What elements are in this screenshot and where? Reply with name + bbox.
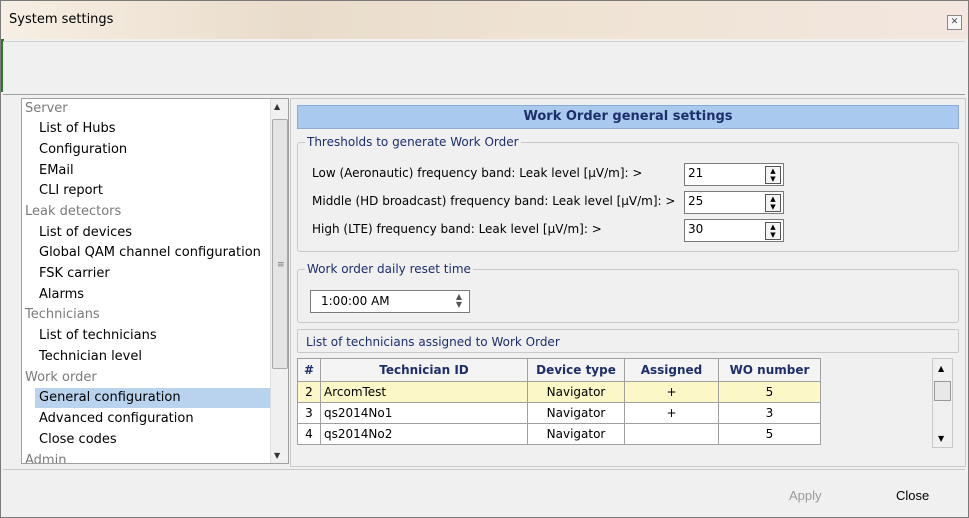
- threshold-low-value[interactable]: 21: [688, 166, 703, 180]
- tree-item-configuration[interactable]: Configuration: [39, 140, 127, 160]
- spinner-arrows-icon[interactable]: ▲ ▼: [765, 194, 781, 212]
- table-header-row: # Technician ID Device type Assigned WO …: [297, 358, 821, 382]
- cell-assigned[interactable]: +: [624, 381, 719, 403]
- reset-time-value[interactable]: 1:00:00 AM: [321, 294, 390, 308]
- tree-category-admin[interactable]: Admin: [25, 451, 66, 463]
- reset-time-group: Work order daily reset time 1:00:00 AM ▲…: [297, 262, 959, 323]
- cell-technician-id[interactable]: ArcomTest: [320, 381, 528, 403]
- cell-number[interactable]: 2: [297, 381, 321, 403]
- cell-wo-number[interactable]: 5: [718, 381, 821, 403]
- threshold-middle-value[interactable]: 25: [688, 194, 703, 208]
- threshold-middle-spinner[interactable]: 25 ▲ ▼: [684, 191, 784, 214]
- technicians-list-title: List of technicians assigned to Work Ord…: [297, 329, 959, 353]
- tree-category-server[interactable]: Server: [25, 99, 68, 119]
- cell-device-type[interactable]: Navigator: [527, 402, 625, 424]
- tree-item-email[interactable]: EMail: [39, 161, 74, 181]
- table-row[interactable]: 3 qs2014No1 Navigator + 3: [297, 402, 821, 424]
- work-order-settings-panel: Work Order general settings Thresholds t…: [290, 98, 966, 467]
- arrow-down-icon[interactable]: ▼: [938, 434, 944, 443]
- tree-item-close-codes[interactable]: Close codes: [39, 430, 117, 450]
- panel-header: Work Order general settings: [297, 105, 959, 129]
- settings-window: System settings ✕ Server List of Hubs Co…: [0, 0, 969, 518]
- window-title: System settings: [9, 12, 114, 27]
- cell-wo-number[interactable]: 3: [718, 402, 821, 424]
- threshold-high-value[interactable]: 30: [688, 222, 703, 236]
- tree-item-fsk-carrier[interactable]: FSK carrier: [39, 264, 110, 284]
- dialog-footer: Apply Close: [3, 469, 965, 516]
- threshold-label-low: Low (Aeronautic) frequency band: Leak le…: [312, 166, 643, 180]
- col-header-device-type[interactable]: Device type: [527, 358, 625, 382]
- threshold-label-middle: Middle (HD broadcast) frequency band: Le…: [312, 194, 676, 208]
- cell-technician-id[interactable]: qs2014No2: [320, 423, 528, 445]
- cell-number[interactable]: 4: [297, 423, 321, 445]
- apply-button[interactable]: Apply: [783, 487, 828, 504]
- close-button[interactable]: Close: [890, 487, 935, 504]
- close-icon[interactable]: ✕: [947, 15, 962, 30]
- arrow-down-icon[interactable]: ▼: [274, 451, 280, 460]
- cell-device-type[interactable]: Navigator: [527, 423, 625, 445]
- cell-number[interactable]: 3: [297, 402, 321, 424]
- threshold-high-spinner[interactable]: 30 ▲ ▼: [684, 219, 784, 242]
- tree-item-list-of-hubs[interactable]: List of Hubs: [39, 119, 116, 139]
- cell-wo-number[interactable]: 5: [718, 423, 821, 445]
- tree-item-global-qam[interactable]: Global QAM channel configuration: [39, 243, 261, 263]
- table-scroll-thumb[interactable]: [934, 381, 951, 401]
- tree-category-technicians[interactable]: Technicians: [25, 305, 100, 325]
- tree-item-technician-level[interactable]: Technician level: [39, 347, 142, 367]
- col-header-technician-id[interactable]: Technician ID: [320, 358, 528, 382]
- tree-item-general-configuration[interactable]: General configuration: [35, 388, 277, 408]
- title-bar: System settings ✕: [1, 1, 968, 39]
- arrow-up-icon[interactable]: ▲: [274, 102, 280, 111]
- col-header-number[interactable]: #: [297, 358, 321, 382]
- tree-category-work-order[interactable]: Work order: [25, 368, 97, 388]
- toolbar: [3, 41, 965, 95]
- cell-assigned[interactable]: +: [624, 402, 719, 424]
- settings-tree: Server List of Hubs Configuration EMail …: [21, 98, 289, 464]
- technicians-table: # Technician ID Device type Assigned WO …: [297, 358, 821, 445]
- spinner-arrows-icon[interactable]: ▲ ▼: [451, 293, 467, 309]
- thresholds-group: Thresholds to generate Work Order Low (A…: [297, 135, 959, 252]
- tree-item-alarms[interactable]: Alarms: [39, 285, 84, 305]
- tree-item-advanced-configuration[interactable]: Advanced configuration: [39, 409, 194, 429]
- tree-scrollbar[interactable]: ▲ ≡ ▼: [270, 99, 288, 463]
- tree-item-list-of-devices[interactable]: List of devices: [39, 223, 132, 243]
- threshold-label-high: High (LTE) frequency band: Leak level [µ…: [312, 222, 602, 236]
- reset-time-legend: Work order daily reset time: [305, 262, 473, 276]
- cell-technician-id[interactable]: qs2014No1: [320, 402, 528, 424]
- tree-category-leak-detectors[interactable]: Leak detectors: [25, 202, 121, 222]
- threshold-low-spinner[interactable]: 21 ▲ ▼: [684, 163, 784, 186]
- table-scrollbar[interactable]: ▲ ▼: [932, 358, 953, 448]
- reset-time-picker[interactable]: 1:00:00 AM ▲ ▼: [310, 290, 470, 313]
- cell-device-type[interactable]: Navigator: [527, 381, 625, 403]
- arrow-up-icon[interactable]: ▲: [938, 364, 944, 373]
- col-header-wo-number[interactable]: WO number: [718, 358, 821, 382]
- thresholds-legend: Thresholds to generate Work Order: [305, 135, 521, 149]
- tree-item-list-of-technicians[interactable]: List of technicians: [39, 326, 157, 346]
- spinner-arrows-icon[interactable]: ▲ ▼: [765, 166, 781, 184]
- grip-icon: ≡: [277, 260, 285, 270]
- tree-scroll-thumb[interactable]: ≡: [272, 119, 288, 369]
- tree-item-cli-report[interactable]: CLI report: [39, 181, 103, 201]
- table-row[interactable]: 2 ArcomTest Navigator + 5: [297, 381, 821, 403]
- cell-assigned[interactable]: [624, 423, 719, 445]
- col-header-assigned[interactable]: Assigned: [624, 358, 719, 382]
- table-row[interactable]: 4 qs2014No2 Navigator 5: [297, 423, 821, 445]
- spinner-arrows-icon[interactable]: ▲ ▼: [765, 222, 781, 240]
